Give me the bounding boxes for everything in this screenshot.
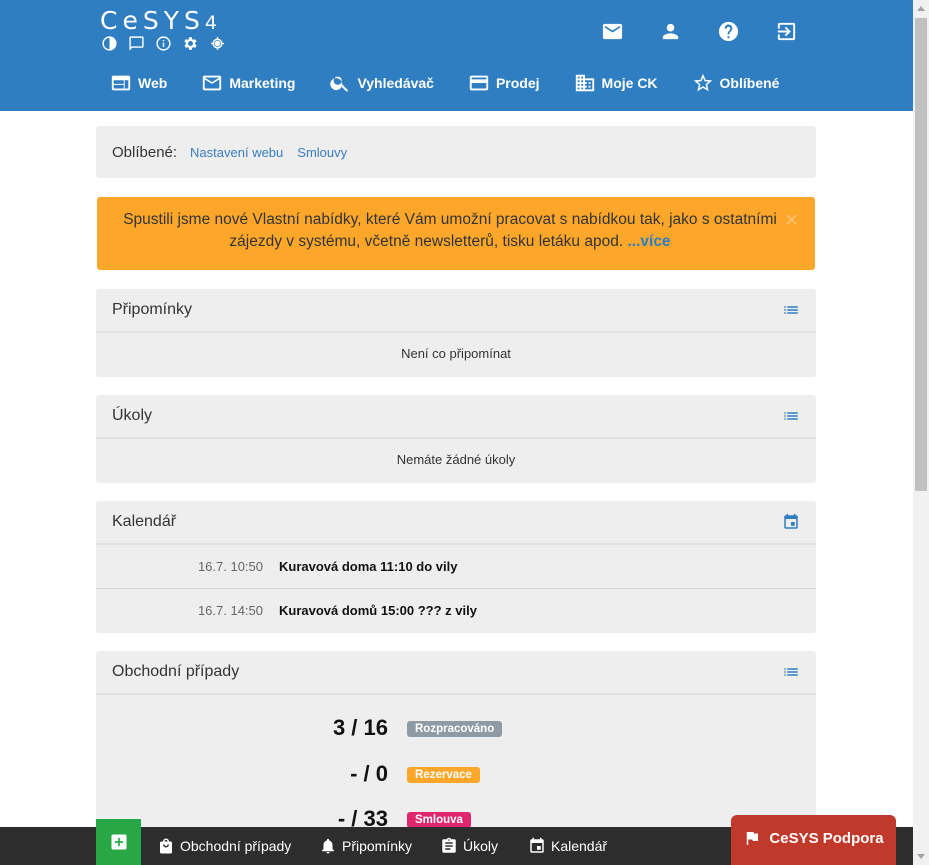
event-title: Kuravová domů 15:00 ??? z vily: [279, 602, 477, 618]
reminders-header: Připomínky: [96, 289, 816, 333]
flag-icon: [747, 832, 759, 845]
logout-icon[interactable]: [775, 20, 798, 43]
calendar-icon[interactable]: [782, 513, 800, 531]
logo[interactable]: CeSYS4: [100, 6, 217, 35]
reminders-panel: Připomínky Není co připomínat: [96, 289, 816, 377]
support-label: CeSYS Podpora: [769, 829, 884, 847]
nav-marketing[interactable]: Marketing: [201, 72, 295, 94]
calendar-event[interactable]: 16.7. 10:50 Kuravová doma 11:10 do vily: [96, 545, 816, 588]
bell-icon: [322, 838, 334, 854]
gear-icon[interactable]: [182, 35, 199, 52]
bottom-item-reminders-label: Připomínky: [342, 838, 413, 854]
favorites-bar: Oblíbené: Nastavení webu Smlouvy: [96, 126, 816, 178]
calendar-panel: Kalendář 16.7. 10:50 Kuravová doma 11:10…: [96, 501, 816, 633]
status-badge: Rezervace: [407, 767, 480, 783]
mail-icon[interactable]: [601, 20, 624, 43]
nav-sales[interactable]: Prodej: [468, 72, 540, 94]
tasks-panel: Úkoly Nemáte žádné úkoly: [96, 395, 816, 483]
bottom-item-calendar-label: Kalendář: [551, 838, 608, 854]
help-icon[interactable]: [717, 20, 740, 43]
building-icon: [575, 74, 594, 92]
card-icon: [469, 75, 489, 91]
status-badge: Smlouva: [407, 812, 471, 828]
alert-more-link[interactable]: ...více: [627, 233, 670, 250]
nav-favorites[interactable]: Oblíbené: [692, 72, 780, 94]
nav-sales-label: Prodej: [495, 75, 540, 91]
calendar-header: Kalendář: [96, 501, 816, 545]
announcement-alert: Spustili jsme nové Vlastní nabídky, kter…: [97, 197, 815, 270]
nav-web-label: Web: [138, 75, 168, 91]
nav-my-ck-label: Moje CK: [601, 75, 658, 91]
deals-title: Obchodní případy: [112, 663, 240, 680]
bottom-item-tasks[interactable]: Úkoly: [440, 837, 498, 855]
calendar-event[interactable]: 16.7. 14:50 Kuravová domů 15:00 ??? z vi…: [96, 588, 816, 631]
list-icon[interactable]: [782, 407, 800, 425]
logo-text: CeSYS: [100, 6, 205, 35]
favorite-link-web-settings[interactable]: Nastavení webu: [190, 145, 283, 160]
support-button[interactable]: CeSYS Podpora: [731, 815, 896, 865]
logo-icon-row: [101, 35, 226, 52]
scrollbar-thumb[interactable]: [915, 18, 927, 491]
bottom-item-reminders[interactable]: Připomínky: [319, 837, 412, 855]
top-header: CeSYS4 Web Marketing Vyhledávač Prodej M…: [0, 0, 913, 111]
deal-stat-value: - / 0: [350, 761, 388, 786]
bottom-item-deals[interactable]: Obchodní případy: [157, 837, 291, 855]
tasks-empty: Nemáte žádné úkoly: [396, 452, 516, 467]
mail-icon: [203, 75, 222, 91]
calendar-title: Kalendář: [112, 513, 177, 530]
bottom-item-tasks-label: Úkoly: [463, 838, 499, 854]
plus-box-icon: [111, 834, 126, 850]
reminders-empty: Není co připomínat: [401, 346, 511, 361]
bag-icon: [160, 838, 172, 854]
calendar-events: 16.7. 10:50 Kuravová doma 11:10 do vily …: [96, 545, 816, 631]
list-icon[interactable]: [782, 301, 800, 319]
deal-stat-row[interactable]: 3 / 16 Rozpracováno: [96, 715, 816, 745]
chat-icon[interactable]: [128, 35, 145, 52]
event-time: 16.7. 10:50: [197, 559, 263, 574]
search-icon: [330, 76, 349, 92]
header-actions: [601, 20, 798, 43]
deal-stat-row[interactable]: - / 0 Rezervace: [96, 761, 816, 791]
logo-version: 4: [204, 12, 217, 34]
star-icon: [693, 73, 712, 92]
close-icon[interactable]: ×: [785, 209, 798, 231]
event-time: 16.7. 14:50: [197, 602, 263, 618]
deal-stat-value: 3 / 16: [332, 715, 388, 740]
nav-my-ck[interactable]: Moje CK: [574, 72, 658, 94]
list-icon[interactable]: [782, 663, 800, 681]
calendar-icon: [530, 837, 544, 853]
event-title: Kuravová doma 11:10 do vily: [279, 559, 458, 574]
favorites-label: Oblíbené:: [112, 143, 178, 161]
nav-favorites-label: Oblíbené: [719, 75, 780, 91]
favorite-link-contracts[interactable]: Smlouvy: [297, 145, 347, 160]
nav-web[interactable]: Web: [110, 72, 167, 94]
contrast-icon[interactable]: [101, 35, 118, 52]
scroll-up-arrow[interactable]: [917, 6, 925, 11]
deals-header: Obchodní případy: [96, 651, 816, 695]
bottom-item-deals-label: Obchodní případy: [180, 838, 292, 854]
nav-search-label: Vyhledávač: [357, 75, 434, 91]
info-icon[interactable]: [155, 35, 172, 52]
tasks-header: Úkoly: [96, 395, 816, 439]
clipboard-icon: [442, 837, 456, 853]
user-icon[interactable]: [659, 20, 682, 43]
bottom-item-calendar[interactable]: Kalendář: [528, 837, 607, 855]
nav-marketing-label: Marketing: [229, 75, 296, 91]
status-badge: Rozpracováno: [407, 721, 503, 737]
add-button[interactable]: [96, 819, 141, 865]
tasks-title: Úkoly: [112, 407, 153, 424]
scrollbar[interactable]: [913, 0, 929, 865]
alert-text: Spustili jsme nové Vlastní nabídky, kter…: [123, 211, 777, 250]
reminders-title: Připomínky: [112, 301, 193, 318]
web-icon: [111, 75, 131, 91]
target-icon[interactable]: [209, 35, 226, 52]
main-nav: Web Marketing Vyhledávač Prodej Moje CK …: [110, 70, 813, 96]
nav-search[interactable]: Vyhledávač: [329, 72, 434, 94]
scroll-down-arrow[interactable]: [917, 854, 925, 859]
